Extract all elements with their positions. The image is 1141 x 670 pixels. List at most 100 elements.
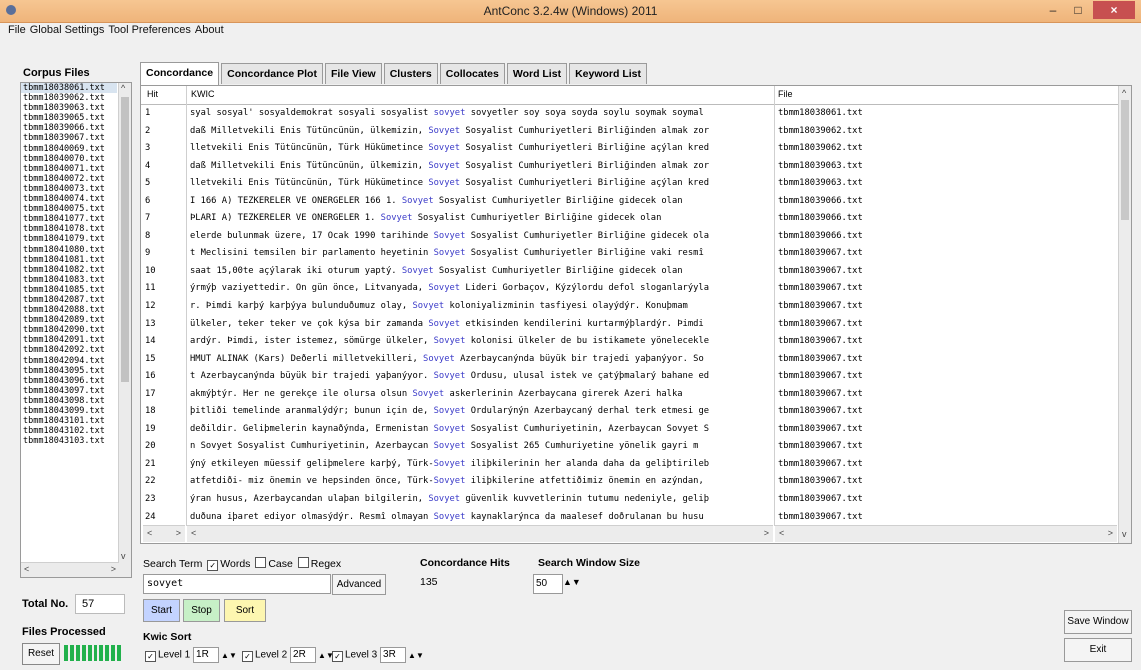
header-kwic[interactable]: KWIC bbox=[191, 89, 215, 99]
level-3-spinner-icon[interactable]: ▲▼ bbox=[408, 651, 424, 660]
corpus-vertical-scrollbar[interactable]: ^ v bbox=[118, 83, 131, 577]
corpus-file-item[interactable]: tbmm18043096.txt bbox=[21, 376, 117, 386]
kwic-keyword[interactable]: Sovyet bbox=[434, 248, 466, 258]
kwic-horizontal-scrollbar[interactable]: < > bbox=[187, 525, 773, 542]
scroll-right-icon[interactable]: > bbox=[764, 528, 769, 538]
corpus-file-item[interactable]: tbmm18040073.txt bbox=[21, 184, 117, 194]
scroll-left-icon[interactable]: < bbox=[779, 528, 784, 538]
corpus-file-item[interactable]: tbmm18042090.txt bbox=[21, 325, 117, 335]
search-window-size-input[interactable]: 50 bbox=[533, 574, 563, 594]
corpus-file-item[interactable]: tbmm18042091.txt bbox=[21, 335, 117, 345]
file-name[interactable]: tbmm18039067.txt bbox=[778, 283, 863, 293]
file-name[interactable]: tbmm18039067.txt bbox=[778, 248, 863, 258]
corpus-file-item[interactable]: tbmm18042089.txt bbox=[21, 315, 117, 325]
scroll-left-icon[interactable]: < bbox=[191, 528, 196, 538]
kwic-keyword[interactable]: Sovyet bbox=[412, 301, 444, 311]
tab-collocates[interactable]: Collocates bbox=[439, 63, 505, 84]
file-name[interactable]: tbmm18039067.txt bbox=[778, 441, 863, 451]
scroll-up-icon[interactable]: ^ bbox=[1122, 88, 1126, 98]
kwic-keyword[interactable]: Sovyet bbox=[434, 424, 466, 434]
file-name[interactable]: tbmm18039067.txt bbox=[778, 266, 863, 276]
corpus-horizontal-scrollbar[interactable]: < > bbox=[21, 562, 119, 577]
words-checkbox[interactable]: ✓ bbox=[207, 560, 219, 571]
kwic-keyword[interactable]: Sovyet bbox=[434, 459, 466, 469]
level-3-checkbox[interactable]: ✓ bbox=[332, 650, 343, 662]
corpus-file-item[interactable]: tbmm18041079.txt bbox=[21, 234, 117, 244]
table-row[interactable]: 16 t Azerbaycanýnda büyük bir trajedi yaþ… bbox=[141, 369, 1119, 387]
corpus-file-item[interactable]: tbmm18040075.txt bbox=[21, 204, 117, 214]
corpus-file-item[interactable]: tbmm18043097.txt bbox=[21, 386, 117, 396]
file-name[interactable]: tbmm18039067.txt bbox=[778, 424, 863, 434]
corpus-file-item[interactable]: tbmm18042092.txt bbox=[21, 345, 117, 355]
table-row[interactable]: 20 n Sovyet Sosyalist Cumhuriyetinin, Aze… bbox=[141, 439, 1119, 457]
scroll-right-icon[interactable]: > bbox=[176, 528, 181, 538]
corpus-file-item[interactable]: tbmm18039063.txt bbox=[21, 103, 117, 113]
level-3-input[interactable]: 3R bbox=[380, 647, 407, 663]
kwic-keyword[interactable]: Sovyet bbox=[402, 266, 434, 276]
corpus-file-item[interactable]: tbmm18043102.txt bbox=[21, 426, 117, 436]
kwic-keyword[interactable]: Sovyet bbox=[423, 354, 455, 364]
level-1-input[interactable]: 1R bbox=[193, 647, 220, 663]
table-row[interactable]: 21 ýný etkileyen müessif geliþmelere karþ… bbox=[141, 457, 1119, 475]
tab-concordance[interactable]: Concordance bbox=[140, 62, 220, 85]
scroll-right-icon[interactable]: > bbox=[111, 564, 116, 574]
table-row[interactable]: 7 ÞLARI A) TEZKERELER VE ÖNERGELER 1. Sov… bbox=[141, 211, 1119, 229]
level-1-spinner-icon[interactable]: ▲▼ bbox=[221, 651, 237, 660]
file-name[interactable]: tbmm18039066.txt bbox=[778, 196, 863, 206]
kwic-keyword[interactable]: Sovyet bbox=[428, 126, 460, 136]
file-name[interactable]: tbmm18039067.txt bbox=[778, 301, 863, 311]
advanced-button[interactable]: Advanced bbox=[332, 574, 386, 595]
table-row[interactable]: 19 deðildir. Geliþmelerin kaynaðýnda, Erm… bbox=[141, 422, 1119, 440]
file-name[interactable]: tbmm18039063.txt bbox=[778, 178, 863, 188]
save-window-button[interactable]: Save Window bbox=[1064, 610, 1132, 634]
table-row[interactable]: 9 t Meclisini temsilen bir parlamento hey… bbox=[141, 246, 1119, 264]
table-row[interactable]: 12 r. Þimdi karþý karþýya bulunduðumuz ol… bbox=[141, 299, 1119, 317]
kwic-keyword[interactable]: Sovyet bbox=[428, 319, 460, 329]
file-name[interactable]: tbmm18039067.txt bbox=[778, 371, 863, 381]
table-row[interactable]: 15 HMUT ALINAK (Kars) Deðerli milletvekil… bbox=[141, 352, 1119, 370]
file-name[interactable]: tbmm18039067.txt bbox=[778, 459, 863, 469]
table-vertical-scrollbar[interactable]: ^ v bbox=[1118, 86, 1131, 543]
maximize-button[interactable]: □ bbox=[1068, 1, 1088, 19]
menu-about[interactable]: About bbox=[195, 24, 224, 36]
tab-file-view[interactable]: File View bbox=[324, 63, 382, 84]
corpus-file-item[interactable]: tbmm18041077.txt bbox=[21, 214, 117, 224]
corpus-file-item[interactable]: tbmm18040069.txt bbox=[21, 144, 117, 154]
tab-keyword-list[interactable]: Keyword List bbox=[569, 63, 648, 84]
file-name[interactable]: tbmm18038061.txt bbox=[778, 108, 863, 118]
table-row[interactable]: 14 ardýr. Þimdi, ister istemez, sömürge ü… bbox=[141, 334, 1119, 352]
corpus-file-item[interactable]: tbmm18039067.txt bbox=[21, 133, 117, 143]
kwic-keyword[interactable]: Sovyet bbox=[428, 494, 460, 504]
kwic-keyword[interactable]: Sovyet bbox=[381, 213, 413, 223]
file-horizontal-scrollbar[interactable]: < > bbox=[775, 525, 1117, 542]
corpus-file-item[interactable]: tbmm18043103.txt bbox=[21, 436, 117, 446]
window-size-spinner-icon[interactable]: ▲▼ bbox=[563, 577, 581, 587]
corpus-file-item[interactable]: tbmm18041078.txt bbox=[21, 224, 117, 234]
table-row[interactable]: 4 daß Milletvekili Enis Tütüncünün, ülkem… bbox=[141, 159, 1119, 177]
file-name[interactable]: tbmm18039067.txt bbox=[778, 354, 863, 364]
file-name[interactable]: tbmm18039066.txt bbox=[778, 231, 863, 241]
corpus-file-item[interactable]: tbmm18042088.txt bbox=[21, 305, 117, 315]
table-row[interactable]: 13 ülkeler, teker teker ve çok kýsa bir … bbox=[141, 317, 1119, 335]
menu-tool-preferences[interactable]: Tool Preferences bbox=[108, 24, 191, 36]
corpus-file-item[interactable]: tbmm18043095.txt bbox=[21, 366, 117, 376]
scroll-thumb[interactable] bbox=[1121, 100, 1129, 220]
kwic-keyword[interactable]: Sovyet bbox=[412, 389, 444, 399]
file-name[interactable]: tbmm18039067.txt bbox=[778, 476, 863, 486]
kwic-keyword[interactable]: Sovyet bbox=[434, 512, 466, 522]
file-name[interactable]: tbmm18039063.txt bbox=[778, 161, 863, 171]
scroll-down-icon[interactable]: v bbox=[121, 551, 126, 561]
kwic-keyword[interactable]: Sovyet bbox=[434, 336, 466, 346]
scroll-thumb[interactable] bbox=[121, 97, 129, 382]
stop-button[interactable]: Stop bbox=[183, 599, 220, 622]
exit-button[interactable]: Exit bbox=[1064, 638, 1132, 662]
scroll-right-icon[interactable]: > bbox=[1108, 528, 1113, 538]
kwic-keyword[interactable]: Sovyet bbox=[428, 283, 460, 293]
table-row[interactable]: 3 lletvekili Enis Tütüncünün, Türk Hüküme… bbox=[141, 141, 1119, 159]
corpus-file-item[interactable]: tbmm18043098.txt bbox=[21, 396, 117, 406]
corpus-file-item[interactable]: tbmm18041080.txt bbox=[21, 245, 117, 255]
scroll-left-icon[interactable]: < bbox=[147, 528, 152, 538]
table-row[interactable]: 10 saat 15,00te açýlarak iki oturum yapt… bbox=[141, 264, 1119, 282]
scroll-down-icon[interactable]: v bbox=[1122, 529, 1127, 539]
table-row[interactable]: 2 daß Milletvekili Enis Tütüncünün, ülkem… bbox=[141, 124, 1119, 142]
